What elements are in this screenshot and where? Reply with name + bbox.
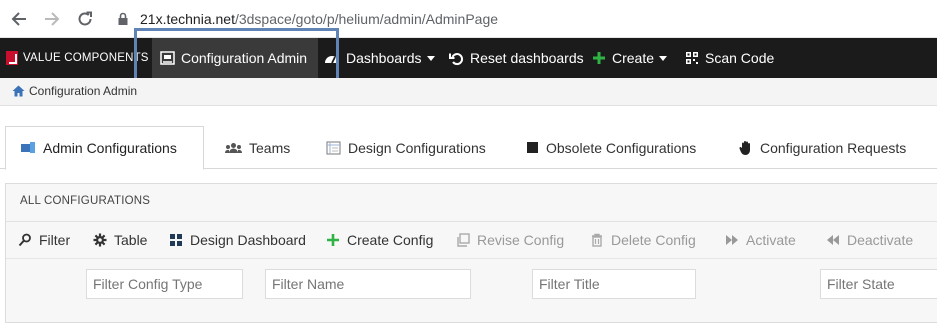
design-dashboard-button-label: Design Dashboard <box>190 232 306 248</box>
table-button-label: Table <box>114 232 148 248</box>
nav-create-label: Create <box>612 50 655 66</box>
breadcrumb-label: Configuration Admin <box>29 84 138 98</box>
qr-code-icon <box>686 52 698 64</box>
square-icon <box>527 142 538 153</box>
delete-config-button[interactable]: Delete Config <box>590 231 696 249</box>
monitor-icon <box>21 142 35 153</box>
brand-label: VALUE COMPONENTS <box>23 52 149 64</box>
tab-admin-configurations[interactable]: Admin Configurations <box>5 126 204 170</box>
trash-icon <box>592 233 602 247</box>
deactivate-button[interactable]: Deactivate <box>826 231 913 249</box>
create-config-button[interactable]: Create Config <box>326 231 433 249</box>
panel-title: ALL CONFIGURATIONS <box>20 195 151 207</box>
tab-obsolete-configurations[interactable]: Obsolete Configurations <box>526 126 696 169</box>
forward-icon <box>726 235 738 245</box>
app-nav-bar: VALUE COMPONENTS Configuration Admin Das… <box>0 38 937 78</box>
nav-scan-code-label: Scan Code <box>705 50 775 66</box>
nav-create[interactable]: Create <box>592 38 668 78</box>
nav-configuration-admin[interactable]: Configuration Admin <box>152 38 318 78</box>
nav-dashboards[interactable]: Dashboards <box>324 38 435 78</box>
chevron-down-icon <box>659 55 668 61</box>
divider <box>6 221 937 222</box>
chevron-down-icon <box>426 55 435 61</box>
delete-config-button-label: Delete Config <box>611 232 696 248</box>
tab-configuration-requests-label: Configuration Requests <box>760 139 907 156</box>
table-button[interactable]: Table <box>93 231 147 249</box>
nav-dashboards-label: Dashboards <box>346 50 422 66</box>
reload-icon <box>78 11 92 26</box>
lock-icon <box>118 12 128 25</box>
filter-button-label: Filter <box>39 232 71 248</box>
activate-button-label: Activate <box>746 232 796 248</box>
tab-admin-configurations-label: Admin Configurations <box>43 140 177 156</box>
forward-button[interactable] <box>41 8 63 30</box>
nav-scan-code[interactable]: Scan Code <box>685 38 774 78</box>
team-icon <box>225 142 242 153</box>
value-components-logo-icon <box>6 51 18 65</box>
deactivate-button-label: Deactivate <box>847 232 914 248</box>
home-icon <box>12 85 25 97</box>
nav-reset-dashboards[interactable]: Reset dashboards <box>449 38 584 78</box>
create-config-button-label: Create Config <box>347 232 434 248</box>
brand-logo[interactable]: VALUE COMPONENTS <box>6 38 149 78</box>
breadcrumb-bar: Configuration Admin <box>0 78 937 106</box>
design-icon <box>326 141 341 154</box>
divider <box>6 258 937 259</box>
tab-teams[interactable]: Teams <box>225 126 290 169</box>
gear-icon <box>93 233 107 247</box>
back-button[interactable] <box>8 8 30 30</box>
copy-icon <box>457 233 470 247</box>
reset-icon <box>449 52 464 65</box>
reload-button[interactable] <box>74 8 96 30</box>
nav-configuration-admin-label: Configuration Admin <box>181 50 308 66</box>
filter-state-input[interactable] <box>820 269 937 299</box>
revise-config-button-label: Revise Config <box>477 232 565 248</box>
nav-reset-dashboards-label: Reset dashboards <box>470 50 584 66</box>
back-arrow-icon <box>11 12 26 26</box>
filter-button[interactable]: Filter <box>18 231 70 249</box>
filter-icon <box>18 233 31 247</box>
url-field[interactable]: 21x.technia.net/3dspace/goto/p/helium/ad… <box>116 9 498 29</box>
breadcrumb[interactable]: Configuration Admin <box>12 84 137 98</box>
tab-configuration-requests[interactable]: Configuration Requests <box>739 126 906 169</box>
all-configurations-panel: ALL CONFIGURATIONS Filter Table Design D… <box>5 183 937 323</box>
grid-icon <box>170 234 182 246</box>
tab-obsolete-configurations-label: Obsolete Configurations <box>546 139 697 156</box>
tab-design-configurations[interactable]: Design Configurations <box>326 126 486 169</box>
forward-arrow-icon <box>45 12 60 26</box>
filter-config-type-input[interactable] <box>86 269 243 299</box>
activate-button[interactable]: Activate <box>725 231 796 249</box>
dashboard-gauge-icon <box>325 56 339 64</box>
url-host: 21x.technia.net <box>140 11 235 27</box>
url-path: /3dspace/goto/p/helium/admin/AdminPage <box>234 11 499 27</box>
design-dashboard-button[interactable]: Design Dashboard <box>169 231 306 249</box>
hand-icon <box>739 140 750 155</box>
browser-address-bar: 21x.technia.net/3dspace/goto/p/helium/ad… <box>0 0 937 38</box>
filter-name-input[interactable] <box>265 269 471 299</box>
tab-design-configurations-label: Design Configurations <box>348 139 486 156</box>
tab-bar: Admin Configurations Teams Design Config… <box>0 126 937 170</box>
backward-icon <box>827 235 839 245</box>
admin-icon <box>160 51 175 65</box>
plus-icon <box>327 234 339 246</box>
revise-config-button[interactable]: Revise Config <box>456 231 564 249</box>
filter-title-input[interactable] <box>532 269 696 299</box>
tab-teams-label: Teams <box>249 139 291 156</box>
plus-icon <box>593 52 605 64</box>
